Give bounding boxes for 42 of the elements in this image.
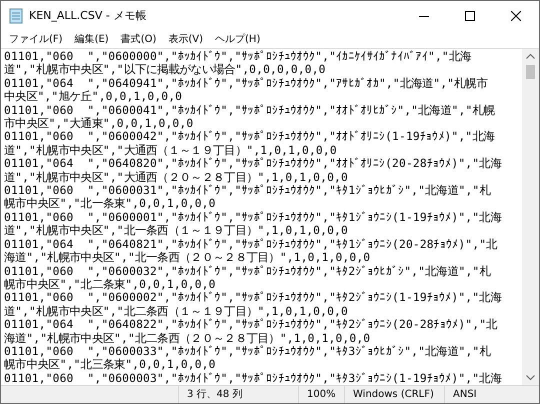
text-line: 01101,"064 ","0640941","ﾎｯｶｲﾄﾞｳ","ｻｯﾎﾟﾛｼﾁｭｳｵｳｸ","ｱｻﾋｶﾞｵｶ","北海道","札幌市 (4, 76, 488, 90)
text-line: 幌市中央区","北一条東",0,0,1,0,0,0 (4, 197, 216, 211)
close-icon (511, 10, 521, 20)
text-line: 01101,"060 ","0600031","ﾎｯｶｲﾄﾞｳ","ｻｯﾎﾟﾛｼﾁｭｳｵｳｸ","ｷﾀ1ｼﾞｮｳﾋｶﾞｼ","北海道","札 (4, 184, 490, 198)
text-line: 01101,"060 ","0600041","ﾎｯｶｲﾄﾞｳ","ｻｯﾎﾟﾛｼﾁｭｳｵｳｸ","ｵｵﾄﾞｵﾘﾋｶﾞｼ","北海道","札幌 (4, 104, 495, 117)
text-line: 01101,"060 ","0600002","ﾎｯｶｲﾄﾞｳ","ｻｯﾎﾟﾛｼﾁｭｳｵｳｸ","ｷﾀ2ｼﾞｮｳﾆｼ(1-19ﾁｮｳﾒ)","北海 (4, 291, 502, 305)
text-line: 幌市中央区","北三条東",0,0,1,0,0,0 (4, 358, 216, 372)
vertical-scrollbar[interactable] (522, 49, 539, 385)
menu-item[interactable]: 編集(E) (68, 31, 115, 47)
text-line: 01101,"060 ","0600003","ﾎｯｶｲﾄﾞｳ","ｻｯﾎﾟﾛｼﾁｭｳｵｳｸ","ｷﾀ3ｼﾞｮｳﾆｼ(1-19ﾁｮｳﾒ)","北海 (4, 372, 502, 385)
text-line: 道","札幌市中央区","北二条西（１～１９丁目）",1,0,1,0,0,0 (4, 304, 348, 318)
maximize-icon (465, 10, 475, 20)
text-line: 道","札幌市中央区","以下に掲載がない場合",0,0,0,0,0,0 (4, 63, 326, 77)
text-line: 市中央区","大通東",0,0,1,0,0,0 (4, 117, 194, 130)
text-line: 01101,"060 ","0600033","ﾎｯｶｲﾄﾞｳ","ｻｯﾎﾟﾛｼﾁｭｳｵｳｸ","ｷﾀ3ｼﾞｮｳﾋｶﾞｼ","北海道","札 (4, 344, 490, 358)
scroll-up-icon[interactable] (526, 53, 535, 59)
encoding: ANSI (444, 386, 539, 403)
scroll-down-icon[interactable] (526, 375, 535, 381)
text-line: 海道","札幌市中央区","北二条西（２０～２８丁目）",1,0,1,0,0,0 (4, 332, 370, 345)
menu-item[interactable]: ヘルプ(H) (209, 31, 266, 47)
text-line: 道","札幌市中央区","北一条西（１～１９丁目）",1,0,1,0,0,0 (4, 224, 348, 238)
text-line: 01101,"064 ","0640821","ﾎｯｶｲﾄﾞｳ","ｻｯﾎﾟﾛｼﾁｭｳｵｳｸ","ｷﾀ1ｼﾞｮｳﾆｼ(20-28ﾁｮｳﾒ)","北 (4, 238, 498, 251)
text-line: 道","札幌市中央区","大通西（１～１９丁目）",1,0,1,0,0,0 (4, 144, 337, 158)
text-line: 幌市中央区","北二条東",0,0,1,0,0,0 (4, 278, 216, 292)
text-line: 中央区","旭ケ丘",0,0,1,0,0,0 (4, 90, 182, 104)
zoom-level: 100% (298, 386, 344, 403)
line-ending: Windows (CRLF) (344, 386, 444, 403)
window-title: KEN_ALL.CSV - メモ帳 (29, 8, 148, 23)
menu-item[interactable]: ファイル(F) (3, 31, 69, 47)
text-line: 道","札幌市中央区","大通西（２０～２８丁目）",1,0,1,0,0,0 (4, 170, 348, 184)
text-line: 海道","札幌市中央区","北一条西（２０～２８丁目）",1,0,1,0,0,0 (4, 251, 370, 264)
text-line: 01101,"060 ","0600032","ﾎｯｶｲﾄﾞｳ","ｻｯﾎﾟﾛｼﾁｭｳｵｳｸ","ｷﾀ2ｼﾞｮｳﾋｶﾞｼ","北海道","札 (4, 264, 490, 278)
text-line: 01101,"064 ","0640822","ﾎｯｶｲﾄﾞｳ","ｻｯﾎﾟﾛｼﾁｭｳｵｳｸ","ｷﾀ2ｼﾞｮｳﾆｼ(20-28ﾁｮｳﾒ)","北 (4, 318, 498, 332)
menu-item[interactable]: 表示(V) (162, 31, 210, 47)
menu-item[interactable]: 書式(O) (114, 31, 162, 47)
text-line: 01101,"060 ","0600001","ﾎｯｶｲﾄﾞｳ","ｻｯﾎﾟﾛｼﾁｭｳｵｳｸ","ｷﾀ1ｼﾞｮｳﾆｼ(1-19ﾁｮｳﾒ)","北海 (4, 210, 502, 224)
notepad-icon (9, 8, 23, 24)
text-line: 01101,"060 ","0600042","ﾎｯｶｲﾄﾞｳ","ｻｯﾎﾟﾛｼﾁｭｳｵｳｸ","ｵｵﾄﾞｵﾘﾆｼ(1-19ﾁｮｳﾒ)","北海 (4, 130, 495, 144)
cursor-position: 3 行、48 列 (178, 386, 298, 403)
text-line: 01101,"060 ","0600000","ﾎｯｶｲﾄﾞｳ","ｻｯﾎﾟﾛｼﾁｭｳｵｳｸ","ｲｶﾆｹｲｻｲｶﾞﾅｲﾊﾞｱｲ","北海 (4, 50, 472, 63)
scrollbar-thumb[interactable] (526, 65, 535, 79)
text-line: 01101,"064 ","0640820","ﾎｯｶｲﾄﾞｳ","ｻｯﾎﾟﾛｼﾁｭｳｵｳｸ","ｵｵﾄﾞｵﾘﾆｼ(20-28ﾁｮｳﾒ)","北海 (4, 157, 502, 171)
